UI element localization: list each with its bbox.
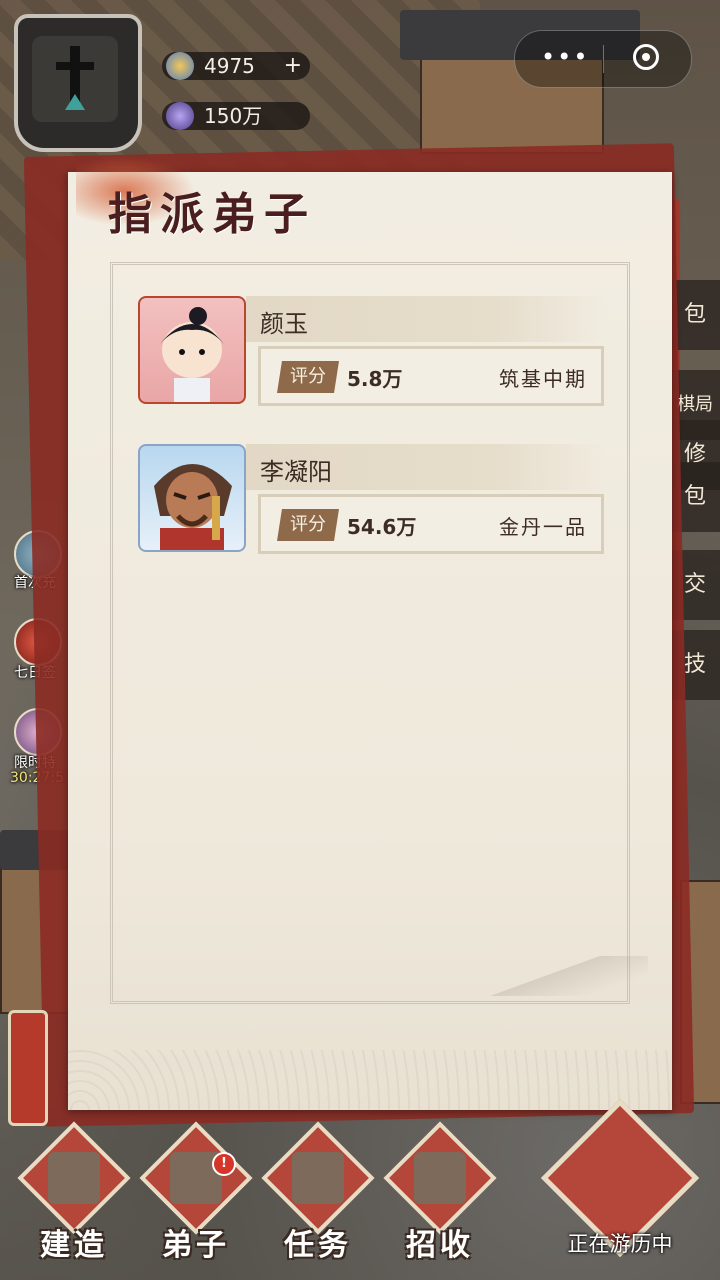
- coin-value: 4975: [204, 54, 255, 78]
- dialog-title: 指派弟子: [108, 189, 316, 240]
- disciple-card[interactable]: 颜玉 评分 5.8万 筑基中期: [138, 296, 604, 406]
- nav-recruit[interactable]: 招收: [383, 1121, 497, 1263]
- nav-tasks[interactable]: 任务: [261, 1121, 375, 1263]
- score-badge: 评分: [277, 509, 339, 541]
- score-badge: 评分: [277, 361, 339, 393]
- disciple-score: 54.6万: [347, 515, 417, 539]
- mountain-decoration: [468, 956, 648, 996]
- nav-build-label: 建造: [40, 1228, 108, 1263]
- left-scroll-icon[interactable]: [8, 1010, 48, 1126]
- disciple-name-bar: 李凝阳: [246, 444, 604, 490]
- travel-label: 正在游历中: [567, 1232, 673, 1256]
- more-menu-icon[interactable]: •••: [541, 43, 589, 71]
- nav-disciples-label: 弟子: [162, 1228, 230, 1263]
- building-icon: [48, 1152, 100, 1204]
- disciple-realm: 金丹一品: [499, 515, 587, 539]
- miniprogram-capsule: •••: [514, 30, 692, 88]
- disciple-stats: 评分 54.6万 金丹一品: [258, 494, 604, 554]
- assign-disciple-dialog: 指派弟子 颜玉 评分 5.8万 筑基中期 李凝阳 评分 54.6万 金丹一品: [68, 156, 672, 1110]
- disciple-name: 李凝阳: [260, 458, 332, 486]
- disciple-score: 5.8万: [347, 367, 403, 391]
- disciple-portrait: [138, 444, 246, 552]
- disciple-name: 颜玉: [260, 310, 308, 338]
- traveling-status[interactable]: 正在游历中: [540, 1098, 700, 1268]
- nav-build[interactable]: 建造: [17, 1121, 131, 1263]
- sect-emblem-icon: [32, 36, 118, 122]
- spirit-stone-icon: [166, 102, 194, 130]
- disciple-name-bar: 颜玉: [246, 296, 604, 342]
- disciple-portrait: [138, 296, 246, 404]
- spirit-value: 150万: [204, 104, 263, 128]
- disciple-card[interactable]: 李凝阳 评分 54.6万 金丹一品: [138, 444, 604, 554]
- nav-recruit-label: 招收: [406, 1228, 474, 1263]
- coin-counter[interactable]: 4975 +: [162, 52, 310, 80]
- notification-badge: !: [212, 1152, 236, 1176]
- disciple-realm: 筑基中期: [499, 367, 587, 391]
- add-coins-button[interactable]: +: [284, 52, 302, 80]
- invitation-card-icon: [414, 1152, 466, 1204]
- spirit-counter: 150万: [162, 102, 310, 130]
- scroll-icon: [292, 1152, 344, 1204]
- coin-icon: [166, 52, 194, 80]
- close-miniprogram-icon[interactable]: [633, 44, 659, 70]
- capsule-divider: [603, 45, 604, 73]
- wave-pattern-decoration: [68, 1050, 672, 1110]
- disciple-stats: 评分 5.8万 筑基中期: [258, 346, 604, 406]
- nav-disciples[interactable]: ! 弟子: [139, 1121, 253, 1263]
- nav-tasks-label: 任务: [284, 1228, 352, 1263]
- player-avatar-frame[interactable]: [14, 14, 142, 152]
